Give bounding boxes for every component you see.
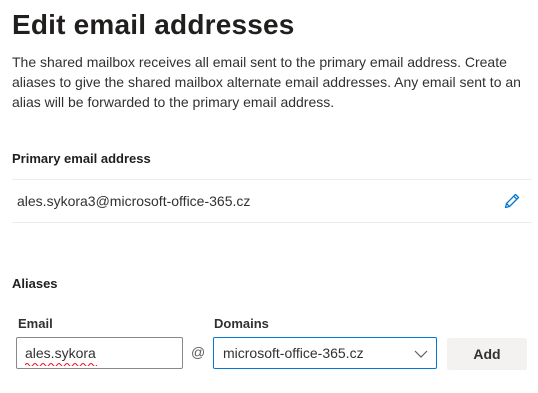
aliases-heading: Aliases (12, 276, 58, 291)
domain-dropdown[interactable]: microsoft-office-365.cz (213, 337, 437, 369)
email-label: Email (18, 316, 53, 331)
primary-email-row: ales.sykora3@microsoft-office-365.cz (12, 179, 532, 223)
primary-email-value: ales.sykora3@microsoft-office-365.cz (17, 193, 251, 209)
page-description: The shared mailbox receives all email se… (12, 54, 521, 110)
primary-email-heading: Primary email address (12, 151, 151, 166)
at-symbol: @ (191, 344, 206, 360)
chevron-down-icon (414, 347, 428, 359)
add-alias-button[interactable]: Add (447, 338, 527, 370)
pencil-icon[interactable] (502, 191, 522, 211)
page-title: Edit email addresses (12, 9, 295, 40)
spellcheck-underline (25, 363, 97, 366)
domain-selected-value: microsoft-office-365.cz (223, 345, 364, 361)
domains-label: Domains (214, 316, 269, 331)
